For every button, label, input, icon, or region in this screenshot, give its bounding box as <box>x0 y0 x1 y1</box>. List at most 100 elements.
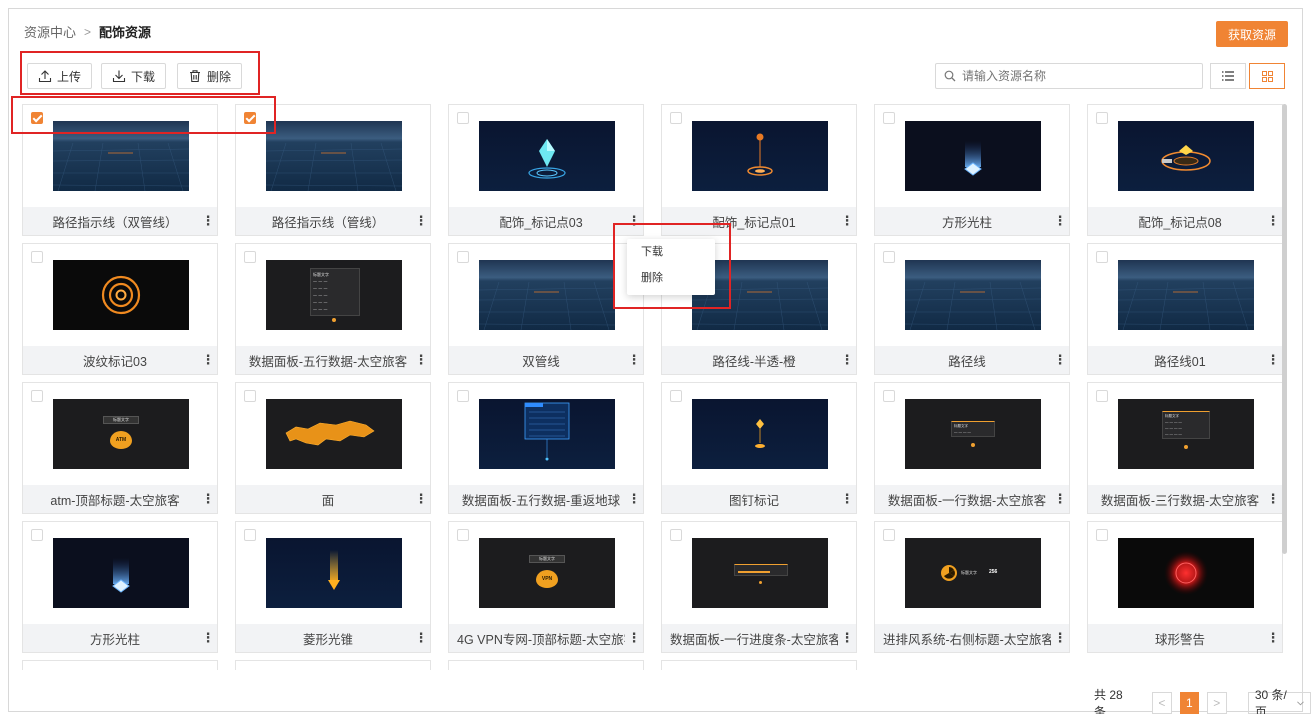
more-options-icon[interactable]: ⋮ <box>1264 630 1282 646</box>
card-thumbnail-area[interactable] <box>875 105 1069 209</box>
breadcrumb-root-link[interactable]: 资源中心 <box>24 22 76 41</box>
resource-card[interactable]: 面 ⋮ <box>235 382 431 514</box>
card-checkbox[interactable] <box>31 390 43 402</box>
card-thumbnail-area[interactable] <box>23 522 217 626</box>
scrollbar-thumb[interactable] <box>1282 104 1287 554</box>
card-thumbnail-area[interactable] <box>449 105 643 209</box>
card-checkbox[interactable] <box>883 251 895 263</box>
next-page-button[interactable]: > <box>1207 692 1227 714</box>
card-thumbnail-area[interactable]: 标题文字 VPN <box>449 522 643 626</box>
resource-card[interactable]: 方形光柱 ⋮ <box>874 104 1070 236</box>
resource-card[interactable]: 标题文字 — — — — — — — — — — — — — — — 数据面板-五行数据-太… <box>235 243 431 375</box>
more-options-icon[interactable]: ⋮ <box>412 630 430 646</box>
resource-card[interactable]: 标题文字 — — — — — — — — — — — — 数据面板-三行数据-太空旅客 ⋮ <box>1087 382 1283 514</box>
card-checkbox[interactable] <box>670 112 682 124</box>
resource-card[interactable]: 图钉标记 ⋮ <box>661 382 857 514</box>
context-menu-delete[interactable]: 删除 <box>627 265 715 291</box>
card-checkbox[interactable] <box>457 529 469 541</box>
upload-button[interactable]: 上传 <box>27 63 93 89</box>
prev-page-button[interactable]: < <box>1152 692 1172 714</box>
more-options-icon[interactable]: ⋮ <box>1051 213 1069 229</box>
card-checkbox[interactable] <box>31 251 43 263</box>
card-checkbox[interactable] <box>1096 251 1108 263</box>
card-checkbox[interactable] <box>457 390 469 402</box>
card-thumbnail-area[interactable] <box>662 105 856 209</box>
more-options-icon[interactable]: ⋮ <box>199 213 217 229</box>
download-button[interactable]: 下载 <box>101 63 167 89</box>
more-options-icon[interactable]: ⋮ <box>625 630 643 646</box>
card-checkbox[interactable] <box>1096 112 1108 124</box>
page-number-current[interactable]: 1 <box>1179 692 1200 714</box>
card-thumbnail-area[interactable] <box>236 522 430 626</box>
card-thumbnail-area[interactable]: 标题文字 — — — — <box>875 383 1069 487</box>
card-checkbox[interactable] <box>31 529 43 541</box>
card-checkbox[interactable] <box>244 529 256 541</box>
resource-card[interactable]: 球形警告 ⋮ <box>1087 521 1283 653</box>
list-view-button[interactable] <box>1210 63 1246 89</box>
card-thumbnail-area[interactable] <box>236 383 430 487</box>
card-thumbnail-area[interactable] <box>1088 105 1282 209</box>
more-options-icon[interactable]: ⋮ <box>199 630 217 646</box>
card-checkbox[interactable] <box>244 390 256 402</box>
resource-card[interactable]: 配饰_标记点03 ⋮ <box>448 104 644 236</box>
card-thumbnail-area[interactable]: 标题文字 ATM <box>23 383 217 487</box>
more-options-icon[interactable]: ⋮ <box>1264 491 1282 507</box>
more-options-icon[interactable]: ⋮ <box>838 213 856 229</box>
more-options-icon[interactable]: ⋮ <box>412 352 430 368</box>
resource-card[interactable]: 标题文字 ATM atm-顶部标题-太空旅客 ⋮ <box>22 382 218 514</box>
resource-card[interactable]: 路径线 ⋮ <box>874 243 1070 375</box>
card-thumbnail-area[interactable] <box>23 244 217 348</box>
more-options-icon[interactable]: ⋮ <box>838 630 856 646</box>
page-size-select[interactable]: 30 条/页 <box>1247 688 1311 714</box>
card-checkbox[interactable] <box>883 112 895 124</box>
more-options-icon[interactable]: ⋮ <box>1264 213 1282 229</box>
card-thumbnail-area[interactable] <box>662 522 856 626</box>
resource-card[interactable]: 配饰_标记点08 ⋮ <box>1087 104 1283 236</box>
get-resource-button[interactable]: 获取资源 <box>1216 21 1288 47</box>
more-options-icon[interactable]: ⋮ <box>1264 352 1282 368</box>
resource-card[interactable]: 标题文字 — — — — 数据面板-一行数据-太空旅客 ⋮ <box>874 382 1070 514</box>
delete-button[interactable]: 删除 <box>177 63 243 89</box>
card-thumbnail-area[interactable] <box>875 244 1069 348</box>
resource-card[interactable]: 配饰_标记点01 ⋮ <box>661 104 857 236</box>
more-options-icon[interactable]: ⋮ <box>1051 352 1069 368</box>
card-thumbnail-area[interactable]: 标题文字 256 <box>875 522 1069 626</box>
more-options-icon[interactable]: ⋮ <box>412 213 430 229</box>
grid-view-button[interactable] <box>1249 63 1285 89</box>
resource-card[interactable]: 路径线01 ⋮ <box>1087 243 1283 375</box>
card-thumbnail-area[interactable] <box>1088 522 1282 626</box>
more-options-icon[interactable]: ⋮ <box>412 491 430 507</box>
more-options-icon[interactable]: ⋮ <box>1051 630 1069 646</box>
card-checkbox[interactable] <box>883 529 895 541</box>
card-checkbox[interactable] <box>883 390 895 402</box>
resource-card[interactable]: 标题文字 VPN 4G VPN专网-顶部标题-太空旅客 ⋮ <box>448 521 644 653</box>
card-thumbnail-area[interactable] <box>662 383 856 487</box>
resource-card[interactable]: 方形光柱 ⋮ <box>22 521 218 653</box>
card-thumbnail-area[interactable]: 标题文字 — — — — — — — — — — — — — — — <box>236 244 430 348</box>
card-checkbox[interactable] <box>457 112 469 124</box>
card-checkbox[interactable] <box>244 251 256 263</box>
more-options-icon[interactable]: ⋮ <box>199 352 217 368</box>
resource-card[interactable]: 波纹标记03 ⋮ <box>22 243 218 375</box>
card-checkbox[interactable] <box>457 251 469 263</box>
context-menu-download[interactable]: 下载 <box>627 239 715 265</box>
card-thumbnail-area[interactable] <box>1088 244 1282 348</box>
card-checkbox[interactable] <box>670 390 682 402</box>
resource-card[interactable]: 数据面板-五行数据-重返地球 ⋮ <box>448 382 644 514</box>
resource-card[interactable]: 菱形光锥 ⋮ <box>235 521 431 653</box>
resource-card[interactable]: 标题文字 256 进排风系统-右侧标题-太空旅客 ⋮ <box>874 521 1070 653</box>
card-checkbox[interactable] <box>670 529 682 541</box>
search-input[interactable] <box>962 69 1182 83</box>
more-options-icon[interactable]: ⋮ <box>625 352 643 368</box>
card-thumbnail-area[interactable] <box>449 383 643 487</box>
resource-card[interactable]: 数据面板-一行进度条-太空旅客 ⋮ <box>661 521 857 653</box>
more-options-icon[interactable]: ⋮ <box>199 491 217 507</box>
more-options-icon[interactable]: ⋮ <box>1051 491 1069 507</box>
card-checkbox[interactable] <box>1096 529 1108 541</box>
card-thumbnail-area[interactable]: 标题文字 — — — — — — — — — — — — <box>1088 383 1282 487</box>
card-checkbox[interactable] <box>1096 390 1108 402</box>
panel-title: 标题文字 <box>313 272 329 277</box>
more-options-icon[interactable]: ⋮ <box>838 352 856 368</box>
more-options-icon[interactable]: ⋮ <box>838 491 856 507</box>
more-options-icon[interactable]: ⋮ <box>625 491 643 507</box>
